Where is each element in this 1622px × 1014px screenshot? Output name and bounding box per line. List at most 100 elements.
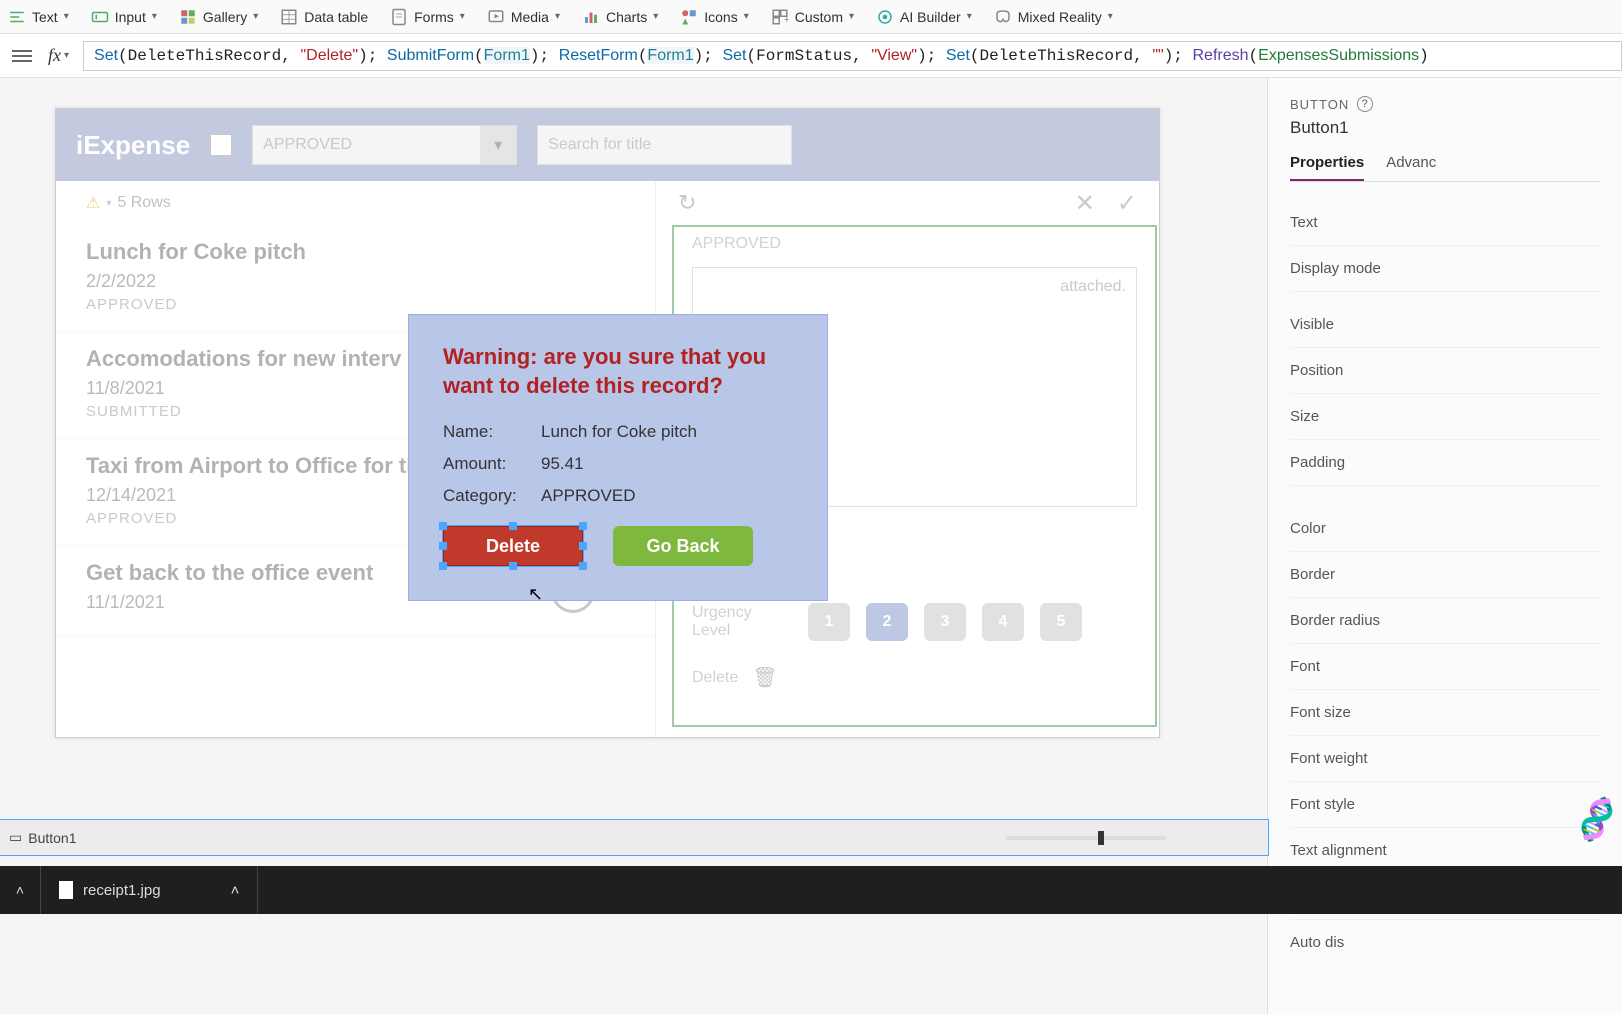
trash-icon[interactable]: 🗑 (752, 665, 777, 690)
reload-icon[interactable]: ↻ (678, 190, 696, 216)
search-input[interactable]: Search for title (537, 125, 792, 165)
charts-icon (582, 8, 600, 26)
taskbar-file[interactable]: receipt1.jpg ˄ (40, 866, 258, 914)
chevron-down-icon: ▾ (1108, 11, 1113, 22)
forms-icon (390, 8, 408, 26)
taskbar: ˄ receipt1.jpg ˄ (0, 866, 1622, 914)
chevron-down-icon: ▾ (64, 11, 69, 22)
prop-font-weight[interactable]: Font weight (1290, 736, 1600, 782)
chevron-down-icon: ▾ (967, 11, 972, 22)
gallery-icon (179, 8, 197, 26)
fx-icon[interactable]: fx (48, 45, 61, 66)
category-label: Category: (443, 486, 523, 506)
ribbon-custom[interactable]: + Custom▾ (771, 8, 854, 26)
text-icon (8, 8, 26, 26)
info-icon[interactable]: ? (1357, 96, 1373, 112)
custom-icon: + (771, 8, 789, 26)
media-icon (487, 8, 505, 26)
go-back-button[interactable]: Go Back (613, 526, 753, 566)
prop-color[interactable]: Color (1290, 506, 1600, 552)
file-icon (59, 881, 73, 899)
rows-header: ⚠ ▾ 5 Rows (56, 181, 655, 225)
expand-icon[interactable]: ⛶ (1250, 829, 1261, 847)
app-title: iExpense (76, 130, 190, 161)
prop-font-style[interactable]: Font style (1290, 782, 1600, 828)
search-placeholder: Search for title (548, 136, 651, 154)
item-title: Lunch for Coke pitch (86, 239, 625, 265)
ribbon-label: Text (32, 9, 58, 25)
chevron-down-icon: ▾ (480, 126, 516, 164)
crumb-screen[interactable]: ▢ Screen1 (6, 825, 97, 850)
go-back-label: Go Back (646, 536, 719, 556)
ribbon-text[interactable]: Text ▾ (8, 8, 69, 26)
ribbon-forms[interactable]: Forms▾ (390, 8, 465, 26)
ribbon-label: Charts (606, 9, 647, 25)
dropdown-value: APPROVED (263, 136, 352, 154)
ribbon-label: Custom (795, 9, 843, 25)
zoom-value: 80 (1198, 830, 1214, 846)
input-icon (91, 8, 109, 26)
ribbon-label: Icons (704, 9, 737, 25)
table-icon (280, 8, 298, 26)
zoom-in-icon[interactable]: + (1178, 830, 1186, 846)
row-count: 5 Rows (117, 194, 170, 212)
ribbon-media[interactable]: Media▾ (487, 8, 560, 26)
delete-label: Delete (692, 669, 738, 687)
tab-advanced[interactable]: Advanc (1386, 154, 1436, 181)
urgency-level-4[interactable]: 4 (982, 603, 1024, 641)
urgency-level-2[interactable]: 2 (866, 603, 908, 641)
ribbon-input[interactable]: Input▾ (91, 8, 157, 26)
menu-icon[interactable] (12, 50, 32, 62)
prop-visible[interactable]: Visible (1290, 302, 1600, 348)
ribbon-gallery[interactable]: Gallery▾ (179, 8, 258, 26)
ribbon-data-table[interactable]: Data table (280, 8, 368, 26)
urgency-label: Urgency Level (692, 604, 792, 640)
chevron-up-icon[interactable]: ˄ (0, 882, 40, 898)
ribbon-ai-builder[interactable]: AI Builder▾ (876, 8, 972, 26)
warning-icon: ⚠ (86, 193, 100, 213)
name-value: Lunch for Coke pitch (541, 422, 697, 442)
ribbon-charts[interactable]: Charts ▾ (582, 8, 658, 26)
zoom-unit: % (1225, 830, 1237, 846)
file-name: receipt1.jpg (83, 882, 161, 899)
screen-icon: ▢ (16, 829, 29, 846)
tab-properties[interactable]: Properties (1290, 154, 1364, 181)
urgency-level-3[interactable]: 3 (924, 603, 966, 641)
chevron-down-icon: ▾ (653, 11, 658, 22)
chevron-up-icon[interactable]: ˄ (231, 882, 240, 899)
status-dropdown[interactable]: APPROVED ▾ (252, 125, 517, 165)
chevron-down-icon: ▾ (460, 11, 465, 22)
prop-display-mode[interactable]: Display mode (1290, 246, 1600, 292)
prop-font-size[interactable]: Font size (1290, 690, 1600, 736)
chevron-down-icon[interactable]: ▾ (64, 50, 69, 61)
ribbon-label: Media (511, 9, 549, 25)
prop-position[interactable]: Position (1290, 348, 1600, 394)
zoom-slider[interactable] (1006, 836, 1166, 840)
ribbon-mixed-reality[interactable]: Mixed Reality▾ (994, 8, 1113, 26)
category-value: APPROVED (541, 486, 635, 506)
prop-size[interactable]: Size (1290, 394, 1600, 440)
amount-value: 95.41 (541, 454, 584, 474)
prop-border-radius[interactable]: Border radius (1290, 598, 1600, 644)
ribbon-icons[interactable]: Icons ▾ (680, 8, 749, 26)
prop-border[interactable]: Border (1290, 552, 1600, 598)
prop-text[interactable]: Text (1290, 200, 1600, 246)
zoom-out-icon[interactable]: − (985, 830, 993, 846)
chevron-down-icon: ▾ (744, 11, 749, 22)
ribbon-label: Input (115, 9, 146, 25)
chevron-right-icon: › (99, 830, 104, 846)
cursor-icon: ↖ (528, 584, 543, 605)
close-icon[interactable]: ✕ (1075, 189, 1095, 218)
zoom-controls: − + 80 % ⛶ (985, 829, 1261, 847)
urgency-level-1[interactable]: 1 (808, 603, 850, 641)
insert-ribbon: Text▾ Input▾ Gallery▾ Data table Forms▾ … (0, 0, 1622, 34)
prop-auto-disable[interactable]: Auto dis (1290, 920, 1600, 965)
prop-font[interactable]: Font (1290, 644, 1600, 690)
ribbon-label: Data table (304, 9, 368, 25)
prop-padding[interactable]: Padding (1290, 440, 1600, 486)
delete-button[interactable]: Delete (443, 526, 583, 566)
formula-bar[interactable]: Set(DeleteThisRecord, "Delete"); SubmitF… (83, 41, 1622, 71)
check-icon[interactable]: ✓ (1117, 189, 1137, 218)
filter-checkbox[interactable] (210, 134, 232, 156)
urgency-level-5[interactable]: 5 (1040, 603, 1082, 641)
